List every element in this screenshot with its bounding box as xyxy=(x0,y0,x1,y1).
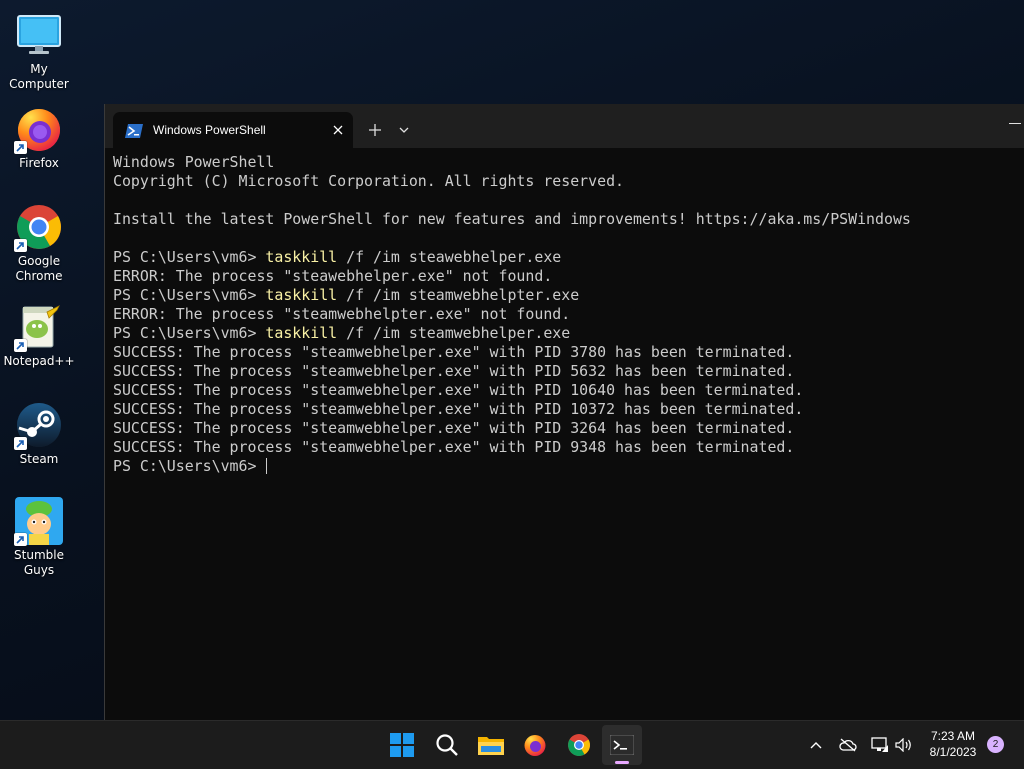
steam-icon xyxy=(14,400,64,450)
terminal-input-line[interactable]: PS C:\Users\vm6> xyxy=(113,457,1013,476)
desktop-icon-label: Google Chrome xyxy=(15,254,63,283)
onedrive-button[interactable] xyxy=(836,733,860,757)
notification-badge[interactable]: 2 xyxy=(987,736,1004,753)
clock-date: 8/1/2023 xyxy=(929,745,977,759)
terminal-line: SUCCESS: The process "steamwebhelper.exe… xyxy=(113,419,795,437)
stumble-guys-icon xyxy=(14,496,64,546)
terminal-line: ERROR: The process "steamwebhelpter.exe"… xyxy=(113,305,571,323)
clock-button[interactable]: 7:23 AM 8/1/2023 xyxy=(920,728,986,760)
network-icon xyxy=(871,737,888,752)
notepadpp-icon xyxy=(14,302,64,352)
search-button[interactable] xyxy=(427,725,467,765)
show-hidden-icons-button[interactable] xyxy=(805,733,827,757)
text-cursor xyxy=(266,458,268,474)
taskbar-terminal-button[interactable] xyxy=(602,725,642,765)
terminal-line: PS C:\Users\vm6> taskkill /f /im steamwe… xyxy=(113,324,1013,343)
shortcut-arrow-icon xyxy=(14,141,27,154)
network-button[interactable] xyxy=(869,733,891,757)
close-tab-button[interactable] xyxy=(325,117,351,143)
tab-dropdown-button[interactable] xyxy=(393,118,415,142)
search-icon xyxy=(436,734,458,756)
desktop-icon-my-computer[interactable]: My Computer xyxy=(0,10,78,92)
shortcut-arrow-icon xyxy=(14,239,27,252)
taskbar: 7:23 AM 8/1/2023 2 xyxy=(0,720,1024,769)
command-args: /f /im steawebhelper.exe xyxy=(337,248,562,266)
command-name: taskkill xyxy=(265,324,338,342)
file-explorer-icon xyxy=(478,737,504,755)
file-explorer-button[interactable] xyxy=(471,725,511,765)
shortcut-arrow-icon xyxy=(14,339,27,352)
command-name: taskkill xyxy=(265,286,338,304)
tab-title: Windows PowerShell xyxy=(153,123,266,137)
chevron-down-icon xyxy=(399,127,409,133)
terminal-window[interactable]: Windows PowerShell Windows PowerShell Co… xyxy=(104,104,1024,720)
active-app-indicator xyxy=(615,761,629,764)
minimize-icon xyxy=(1009,123,1021,124)
shortcut-arrow-icon xyxy=(14,437,27,450)
terminal-line: SUCCESS: The process "steamwebhelper.exe… xyxy=(113,438,795,456)
title-bar[interactable]: Windows PowerShell xyxy=(105,104,1024,148)
desktop: My Computer Firefox Google Chrome Notepa… xyxy=(0,0,1024,720)
terminal-line: SUCCESS: The process "steamwebhelper.exe… xyxy=(113,343,795,361)
volume-button[interactable] xyxy=(893,733,915,757)
firefox-icon xyxy=(524,735,546,756)
terminal-line: Install the latest PowerShell for new fe… xyxy=(113,210,911,228)
minimize-button[interactable] xyxy=(1009,114,1024,134)
chevron-up-icon xyxy=(810,742,822,749)
command-name: taskkill xyxy=(265,248,338,266)
clock-time: 7:23 AM xyxy=(930,729,976,743)
command-args: /f /im steamwebhelpter.exe xyxy=(337,286,580,304)
chrome-icon xyxy=(568,734,590,756)
shortcut-arrow-icon xyxy=(14,533,27,546)
desktop-icon-label: My Computer xyxy=(9,62,69,91)
desktop-icon-chrome[interactable]: Google Chrome xyxy=(0,202,78,284)
onedrive-off-icon xyxy=(839,738,857,752)
terminal-output[interactable]: Windows PowerShell Copyright (C) Microsof… xyxy=(113,153,1013,713)
prompt-text: PS C:\Users\vm6> xyxy=(113,286,266,304)
desktop-icon-notepadpp[interactable]: Notepad++ xyxy=(0,302,78,369)
desktop-icon-label: Notepad++ xyxy=(3,354,75,368)
firefox-icon xyxy=(14,104,64,154)
start-button[interactable] xyxy=(382,725,422,765)
terminal-icon xyxy=(610,735,634,755)
desktop-icon-label: Steam xyxy=(19,452,59,466)
close-icon xyxy=(333,125,343,135)
command-args: /f /im steamwebhelper.exe xyxy=(337,324,571,342)
prompt-text: PS C:\Users\vm6> xyxy=(113,248,266,266)
chrome-icon xyxy=(14,202,64,252)
terminal-line: SUCCESS: The process "steamwebhelper.exe… xyxy=(113,362,795,380)
volume-icon xyxy=(895,738,911,752)
monitor-icon xyxy=(14,10,64,60)
tab-windows-powershell[interactable]: Windows PowerShell xyxy=(113,112,353,148)
taskbar-chrome-button[interactable] xyxy=(559,725,599,765)
desktop-icon-label: Firefox xyxy=(19,156,59,170)
terminal-line: SUCCESS: The process "steamwebhelper.exe… xyxy=(113,400,804,418)
terminal-line: ERROR: The process "steawebhelper.exe" n… xyxy=(113,267,553,285)
terminal-line: SUCCESS: The process "steamwebhelper.exe… xyxy=(113,381,804,399)
taskbar-firefox-button[interactable] xyxy=(515,725,555,765)
prompt-text: PS C:\Users\vm6> xyxy=(113,324,266,342)
desktop-icon-firefox[interactable]: Firefox xyxy=(0,104,78,171)
desktop-icon-label: Stumble Guys xyxy=(14,548,64,577)
powershell-icon xyxy=(125,123,143,138)
terminal-line: PS C:\Users\vm6> taskkill /f /im steamwe… xyxy=(113,286,1013,305)
terminal-line: PS C:\Users\vm6> taskkill /f /im steaweb… xyxy=(113,248,1013,267)
desktop-icon-stumble-guys[interactable]: Stumble Guys xyxy=(0,496,78,578)
windows-start-icon xyxy=(390,733,414,757)
desktop-icon-steam[interactable]: Steam xyxy=(0,400,78,467)
prompt-text: PS C:\Users\vm6> xyxy=(113,457,266,475)
terminal-line: Windows PowerShell xyxy=(113,153,275,171)
plus-icon xyxy=(369,124,381,136)
new-tab-button[interactable] xyxy=(363,118,387,142)
terminal-line: Copyright (C) Microsoft Corporation. All… xyxy=(113,172,625,190)
